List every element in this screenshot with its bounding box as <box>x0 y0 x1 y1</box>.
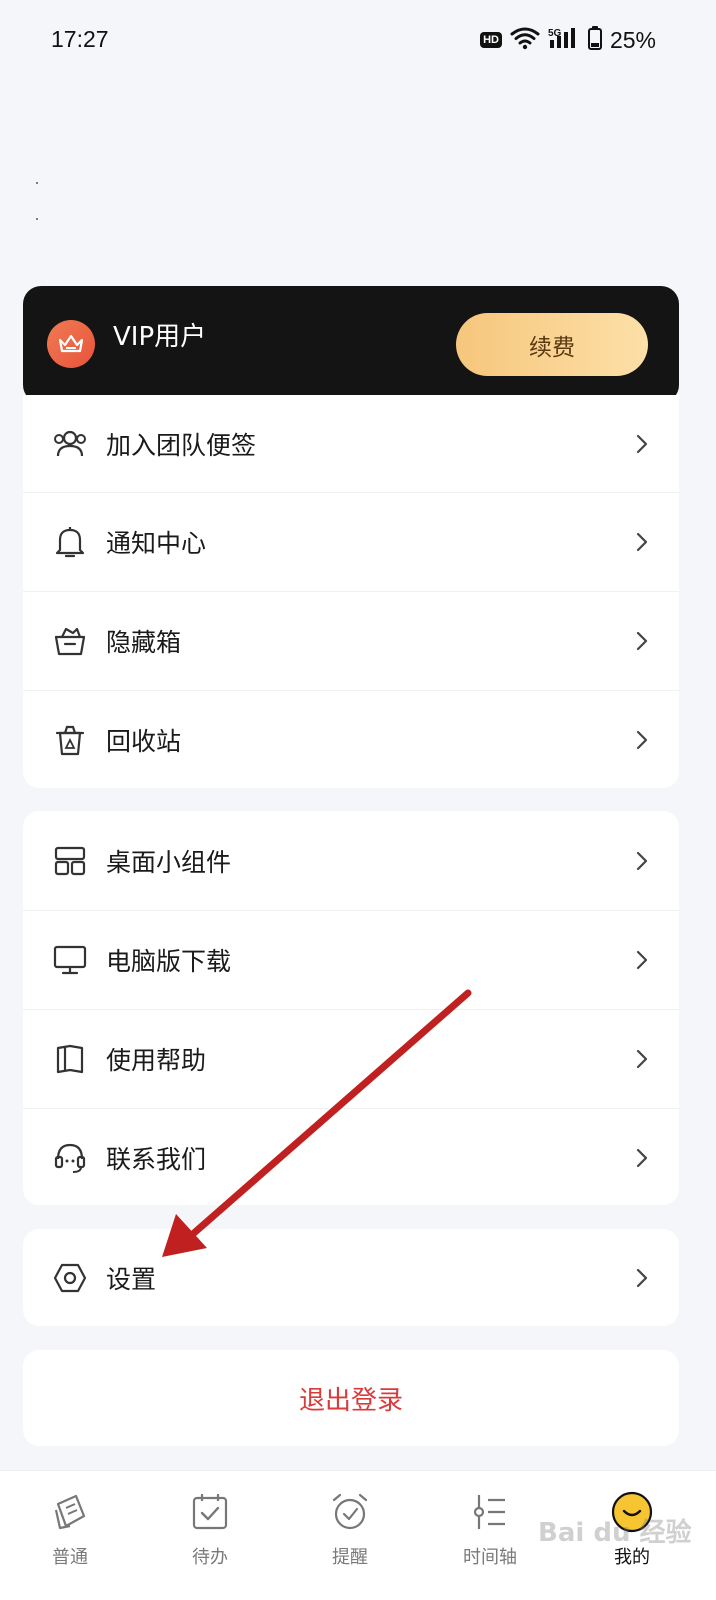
menu-item-help[interactable]: 使用帮助 <box>23 1009 679 1108</box>
menu-item-settings[interactable]: 设置 <box>23 1229 679 1326</box>
logout-label: 退出登录 <box>298 1385 403 1416</box>
menu-item-hidden-box[interactable]: 隐藏箱 <box>23 591 679 690</box>
headset-icon <box>52 1140 88 1176</box>
menu-label: 设置 <box>106 1264 157 1294</box>
menu-item-notification-center[interactable]: 通知中心 <box>23 492 679 591</box>
menu-item-join-team[interactable]: 加入团队便签 <box>23 395 679 492</box>
desktop-icon <box>52 942 88 978</box>
nav-tab-normal[interactable]: 普通 <box>20 1481 120 1591</box>
status-icons: HD 5G 25% <box>480 26 656 54</box>
chevron-right-icon <box>635 531 649 553</box>
chevron-right-icon <box>635 729 649 751</box>
timeline-icon <box>469 1491 511 1533</box>
battery-percent: 25% <box>609 26 656 53</box>
menu-label: 使用帮助 <box>106 1046 207 1075</box>
chevron-right-icon <box>635 1267 649 1289</box>
dot-mark <box>36 182 38 184</box>
menu-item-contact-us[interactable]: 联系我们 <box>23 1108 679 1205</box>
vip-card[interactable]: VIP用户 续费 <box>23 286 679 403</box>
vip-label: VIP用户 <box>113 322 207 352</box>
menu-item-desktop-widget[interactable]: 桌面小组件 <box>23 811 679 910</box>
book-icon <box>52 1041 88 1077</box>
hidden-box-icon <box>52 623 88 659</box>
menu-item-pc-download[interactable]: 电脑版下载 <box>23 910 679 1009</box>
dot-mark <box>36 218 38 220</box>
menu-label: 桌面小组件 <box>106 847 232 877</box>
watermark: Bai du 经验 <box>538 1518 692 1548</box>
battery-icon <box>587 26 602 54</box>
note-icon <box>49 1491 91 1533</box>
widget-icon <box>52 843 88 879</box>
status-time: 17:27 <box>51 26 109 52</box>
hd-badge: HD <box>480 32 502 48</box>
status-bar: 17:27 HD 5G 25% <box>0 0 716 84</box>
menu-label: 加入团队便签 <box>106 430 257 460</box>
nav-label: 普通 <box>52 1547 88 1568</box>
chevron-right-icon <box>635 1048 649 1070</box>
chevron-right-icon <box>635 630 649 652</box>
trash-icon <box>52 722 88 758</box>
chevron-right-icon <box>635 433 649 455</box>
menu-label: 隐藏箱 <box>106 628 182 657</box>
nav-tab-reminder[interactable]: 提醒 <box>300 1481 400 1591</box>
wifi-icon <box>510 26 540 54</box>
renew-button[interactable]: 续费 <box>456 313 648 376</box>
menu-label: 电脑版下载 <box>106 947 232 976</box>
menu-label: 通知中心 <box>106 529 207 558</box>
team-icon <box>52 426 88 462</box>
todo-icon <box>189 1491 231 1533</box>
menu-group-secondary: 桌面小组件 电脑版下载 使用帮助 联系我们 <box>23 811 679 1205</box>
alarm-icon <box>329 1491 371 1533</box>
menu-group-primary: 加入团队便签 通知中心 隐藏箱 回收站 <box>23 395 679 788</box>
nav-tab-timeline[interactable]: 时间轴 <box>440 1481 540 1591</box>
nav-tab-todo[interactable]: 待办 <box>160 1481 260 1591</box>
menu-label: 回收站 <box>106 727 182 756</box>
crown-icon <box>47 320 95 368</box>
chevron-right-icon <box>635 850 649 872</box>
chevron-right-icon <box>635 949 649 971</box>
gear-icon <box>52 1260 88 1296</box>
nav-label: 时间轴 <box>463 1547 517 1568</box>
signal-icon: 5G <box>548 26 580 54</box>
bell-icon <box>52 524 88 560</box>
chevron-right-icon <box>635 1147 649 1169</box>
menu-item-recycle-bin[interactable]: 回收站 <box>23 690 679 788</box>
menu-group-settings: 设置 <box>23 1229 679 1326</box>
logout-button[interactable]: 退出登录 <box>23 1350 679 1446</box>
nav-label: 提醒 <box>332 1547 368 1568</box>
nav-label: 待办 <box>192 1547 228 1568</box>
menu-label: 联系我们 <box>106 1145 207 1174</box>
